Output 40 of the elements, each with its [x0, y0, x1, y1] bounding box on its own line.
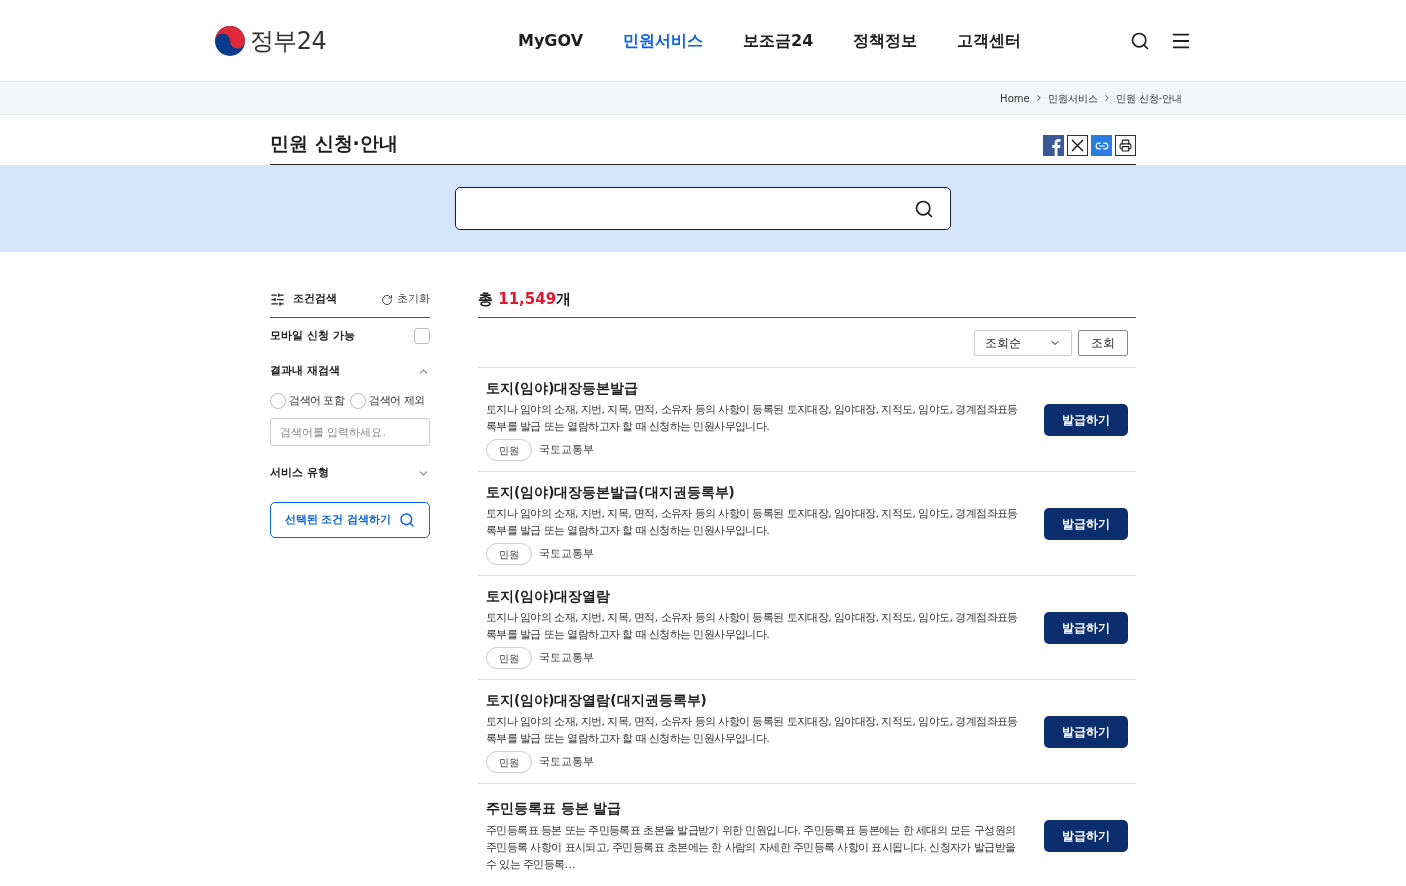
- service-description: 토지나 임야의 소재, 지번, 지목, 면적, 소유자 등의 사항이 등록된 토지대장, 임야대장, 지적도, 임야도, 경계점좌표등록부를 발급 또는 열람하고자 할 때 신청하는 민원사무입니다.: [486, 714, 1019, 748]
- result-count: 총 11,549개: [478, 289, 572, 311]
- agency-label: 국토교통부: [539, 441, 594, 458]
- service-title[interactable]: 토지(임야)대장등본발급(대지권등록부): [486, 481, 1028, 503]
- sort-dropdown[interactable]: 조회순: [974, 329, 1072, 356]
- breadcrumb-link[interactable]: 민원서비스: [1047, 90, 1098, 106]
- filter-label: 모바일 신청 가능: [270, 327, 355, 344]
- nav-link[interactable]: 민원서비스: [623, 28, 704, 53]
- radio-label: 검색어 제외: [369, 393, 425, 409]
- agency-label: 국토교통부: [539, 545, 594, 562]
- issue-button[interactable]: 발급하기: [1044, 715, 1128, 748]
- service-description: 토지나 임야의 소재, 지번, 지목, 면적, 소유자 등의 사항이 등록된 토지대장, 임야대장, 지적도, 임야도, 경계점좌표등록부를 발급 또는 열람하고자 할 때 신청하는 민원사무입니다.: [486, 402, 1019, 436]
- filter-label: 서비스 유형: [270, 464, 329, 481]
- service-description: 주민등록표 등본 또는 주민등록표 초본을 발급받기 위한 민원입니다. 주민등록표 등본에는 한 세대의 모든 구성원의 주민등록 사항이 표시되고, 주민등록표 초본에는 한 사람의 자세한 주민등록 사항이 표시됩니다. 신청자가 발급받을 수 있는 주민등록…: [486, 822, 1017, 873]
- page-title: 민원 신청·안내: [270, 131, 398, 157]
- service-description: 토지나 임야의 소재, 지번, 지목, 면적, 소유자 등의 사항이 등록된 토지대장, 임야대장, 지적도, 임야도, 경계점좌표등록부를 발급 또는 열람하고자 할 때 신청하는 민원사무입니다.: [486, 506, 1019, 540]
- issue-button[interactable]: 발급하기: [1044, 819, 1128, 852]
- issue-button[interactable]: 발급하기: [1044, 403, 1128, 436]
- agency-label: 국토교통부: [539, 753, 594, 770]
- service-title[interactable]: 토지(임야)대장열람: [486, 585, 1028, 607]
- service-title[interactable]: 토지(임야)대장열람(대지권등록부): [486, 689, 1028, 711]
- nav-link[interactable]: MyGOV: [518, 28, 584, 53]
- logo-text[interactable]: 정부24: [250, 22, 327, 59]
- service-title[interactable]: 주민등록표 등본 발급: [486, 798, 1028, 819]
- reset-button[interactable]: 초기화: [381, 291, 430, 308]
- issue-button[interactable]: 발급하기: [1044, 507, 1128, 540]
- nav-link[interactable]: 보조금24: [743, 28, 814, 53]
- service-title[interactable]: 토지(임야)대장등본발급: [486, 377, 1028, 399]
- filter-title: 조건검색: [293, 291, 337, 308]
- service-description: 토지나 임야의 소재, 지번, 지목, 면적, 소유자 등의 사항이 등록된 토지대장, 임야대장, 지적도, 임야도, 경계점좌표등록부를 발급 또는 열람하고자 할 때 신청하는 민원사무입니다.: [486, 610, 1019, 644]
- radio-label: 검색어 포함: [289, 393, 345, 409]
- search-conditions-button[interactable]: 선택된 조건 검색하기: [270, 502, 430, 538]
- agency-label: 국토교통부: [539, 649, 594, 666]
- filter-label: 결과내 재검색: [270, 362, 340, 379]
- nav-link[interactable]: 고객센터: [957, 28, 1022, 53]
- sort-button[interactable]: 조회: [1078, 329, 1128, 356]
- issue-button[interactable]: 발급하기: [1044, 611, 1128, 644]
- breadcrumb-link[interactable]: Home: [1000, 90, 1030, 106]
- nav-link[interactable]: 정책정보: [853, 28, 918, 53]
- breadcrumb-link[interactable]: 민원 신청·안내: [1115, 90, 1182, 106]
